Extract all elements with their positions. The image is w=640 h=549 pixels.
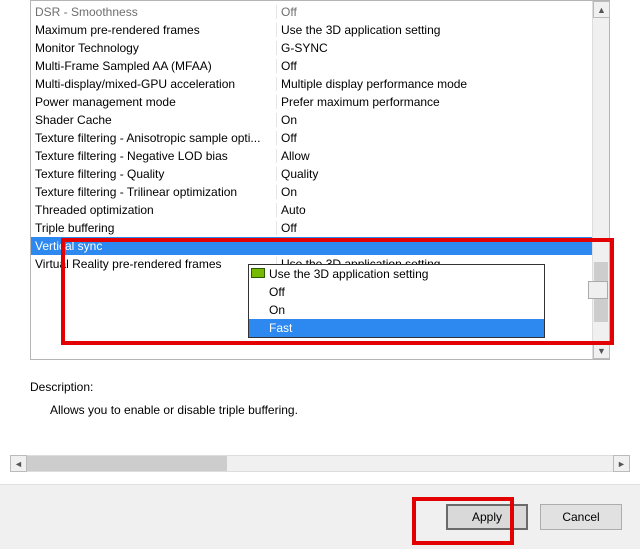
dropdown-option[interactable]: Use the 3D application setting <box>249 265 544 283</box>
setting-row[interactable]: Maximum pre-rendered framesUse the 3D ap… <box>31 21 609 39</box>
setting-value[interactable]: Off <box>276 59 609 73</box>
setting-row[interactable]: Texture filtering - QualityQuality <box>31 165 609 183</box>
dropdown-option[interactable]: Off <box>249 283 544 301</box>
setting-feature: Texture filtering - Trilinear optimizati… <box>31 185 276 199</box>
setting-value[interactable]: Off <box>276 131 609 145</box>
setting-feature: Shader Cache <box>31 113 276 127</box>
dropdown-option-label: Fast <box>269 321 292 335</box>
dropdown-option-label: Use the 3D application setting <box>269 267 428 281</box>
scroll-right-arrow[interactable]: ► <box>613 455 630 472</box>
horizontal-scrollbar[interactable]: ◄ ► <box>10 455 630 472</box>
description-text: Allows you to enable or disable triple b… <box>50 403 298 417</box>
setting-value[interactable]: G-SYNC <box>276 41 609 55</box>
dropdown-option-label: On <box>269 303 285 317</box>
setting-row[interactable]: DSR - SmoothnessOff <box>31 3 609 21</box>
setting-feature: Triple buffering <box>31 221 276 235</box>
setting-value[interactable]: Off <box>276 5 609 19</box>
setting-value[interactable]: Allow <box>276 149 609 163</box>
dropdown-option[interactable]: Fast <box>249 319 544 337</box>
setting-row[interactable]: Monitor TechnologyG-SYNC <box>31 39 609 57</box>
setting-feature: Texture filtering - Anisotropic sample o… <box>31 131 276 145</box>
setting-feature: Threaded optimization <box>31 203 276 217</box>
scroll-down-arrow[interactable]: ▼ <box>593 342 610 359</box>
setting-feature: Virtual Reality pre-rendered frames <box>31 257 276 271</box>
setting-value[interactable]: On <box>276 185 609 199</box>
scroll-up-arrow[interactable]: ▲ <box>593 1 610 18</box>
setting-feature: Monitor Technology <box>31 41 276 55</box>
apply-button-label: Apply <box>472 510 502 524</box>
dialog-footer: Apply Cancel <box>0 484 640 549</box>
apply-button[interactable]: Apply <box>446 504 528 530</box>
setting-feature: Maximum pre-rendered frames <box>31 23 276 37</box>
setting-value[interactable]: Quality <box>276 167 609 181</box>
setting-row[interactable]: Multi-display/mixed-GPU accelerationMult… <box>31 75 609 93</box>
setting-value[interactable]: Multiple display performance mode <box>276 77 609 91</box>
setting-row[interactable]: Threaded optimizationAuto <box>31 201 609 219</box>
scroll-left-arrow[interactable]: ◄ <box>10 455 27 472</box>
setting-row[interactable]: Shader CacheOn <box>31 111 609 129</box>
setting-row[interactable]: Power management modePrefer maximum perf… <box>31 93 609 111</box>
setting-row[interactable]: Vertical syncFast▾ <box>31 237 609 255</box>
description-label: Description: <box>30 380 93 394</box>
settings-table[interactable]: DSR - SmoothnessOffMaximum pre-rendered … <box>31 1 609 273</box>
setting-row[interactable]: Texture filtering - Anisotropic sample o… <box>31 129 609 147</box>
setting-feature: Texture filtering - Quality <box>31 167 276 181</box>
cancel-button-label: Cancel <box>562 510 599 524</box>
setting-value[interactable]: Prefer maximum performance <box>276 95 609 109</box>
setting-feature: DSR - Smoothness <box>31 5 276 19</box>
dropdown-option-label: Off <box>269 285 285 299</box>
setting-feature: Power management mode <box>31 95 276 109</box>
setting-feature: Multi-Frame Sampled AA (MFAA) <box>31 59 276 73</box>
vertical-scrollbar[interactable]: ▲ ▼ <box>592 1 609 359</box>
setting-value[interactable]: On <box>276 113 609 127</box>
setting-row[interactable]: Triple bufferingOff <box>31 219 609 237</box>
setting-value[interactable]: Auto <box>276 203 609 217</box>
setting-feature: Texture filtering - Negative LOD bias <box>31 149 276 163</box>
setting-feature: Multi-display/mixed-GPU acceleration <box>31 77 276 91</box>
setting-value[interactable]: Off <box>276 221 609 235</box>
setting-value[interactable]: Use the 3D application setting <box>276 23 609 37</box>
setting-feature: Vertical sync <box>31 239 276 253</box>
setting-row[interactable]: Multi-Frame Sampled AA (MFAA)Off <box>31 57 609 75</box>
dropdown-option[interactable]: On <box>249 301 544 319</box>
setting-row[interactable]: Texture filtering - Negative LOD biasAll… <box>31 147 609 165</box>
hscroll-thumb[interactable] <box>27 456 227 471</box>
setting-row[interactable]: Texture filtering - Trilinear optimizati… <box>31 183 609 201</box>
overflow-button[interactable] <box>588 281 608 299</box>
nvidia-logo-icon <box>251 268 265 278</box>
cancel-button[interactable]: Cancel <box>540 504 622 530</box>
vsync-dropdown-list[interactable]: Use the 3D application setting Off On Fast <box>248 264 545 338</box>
